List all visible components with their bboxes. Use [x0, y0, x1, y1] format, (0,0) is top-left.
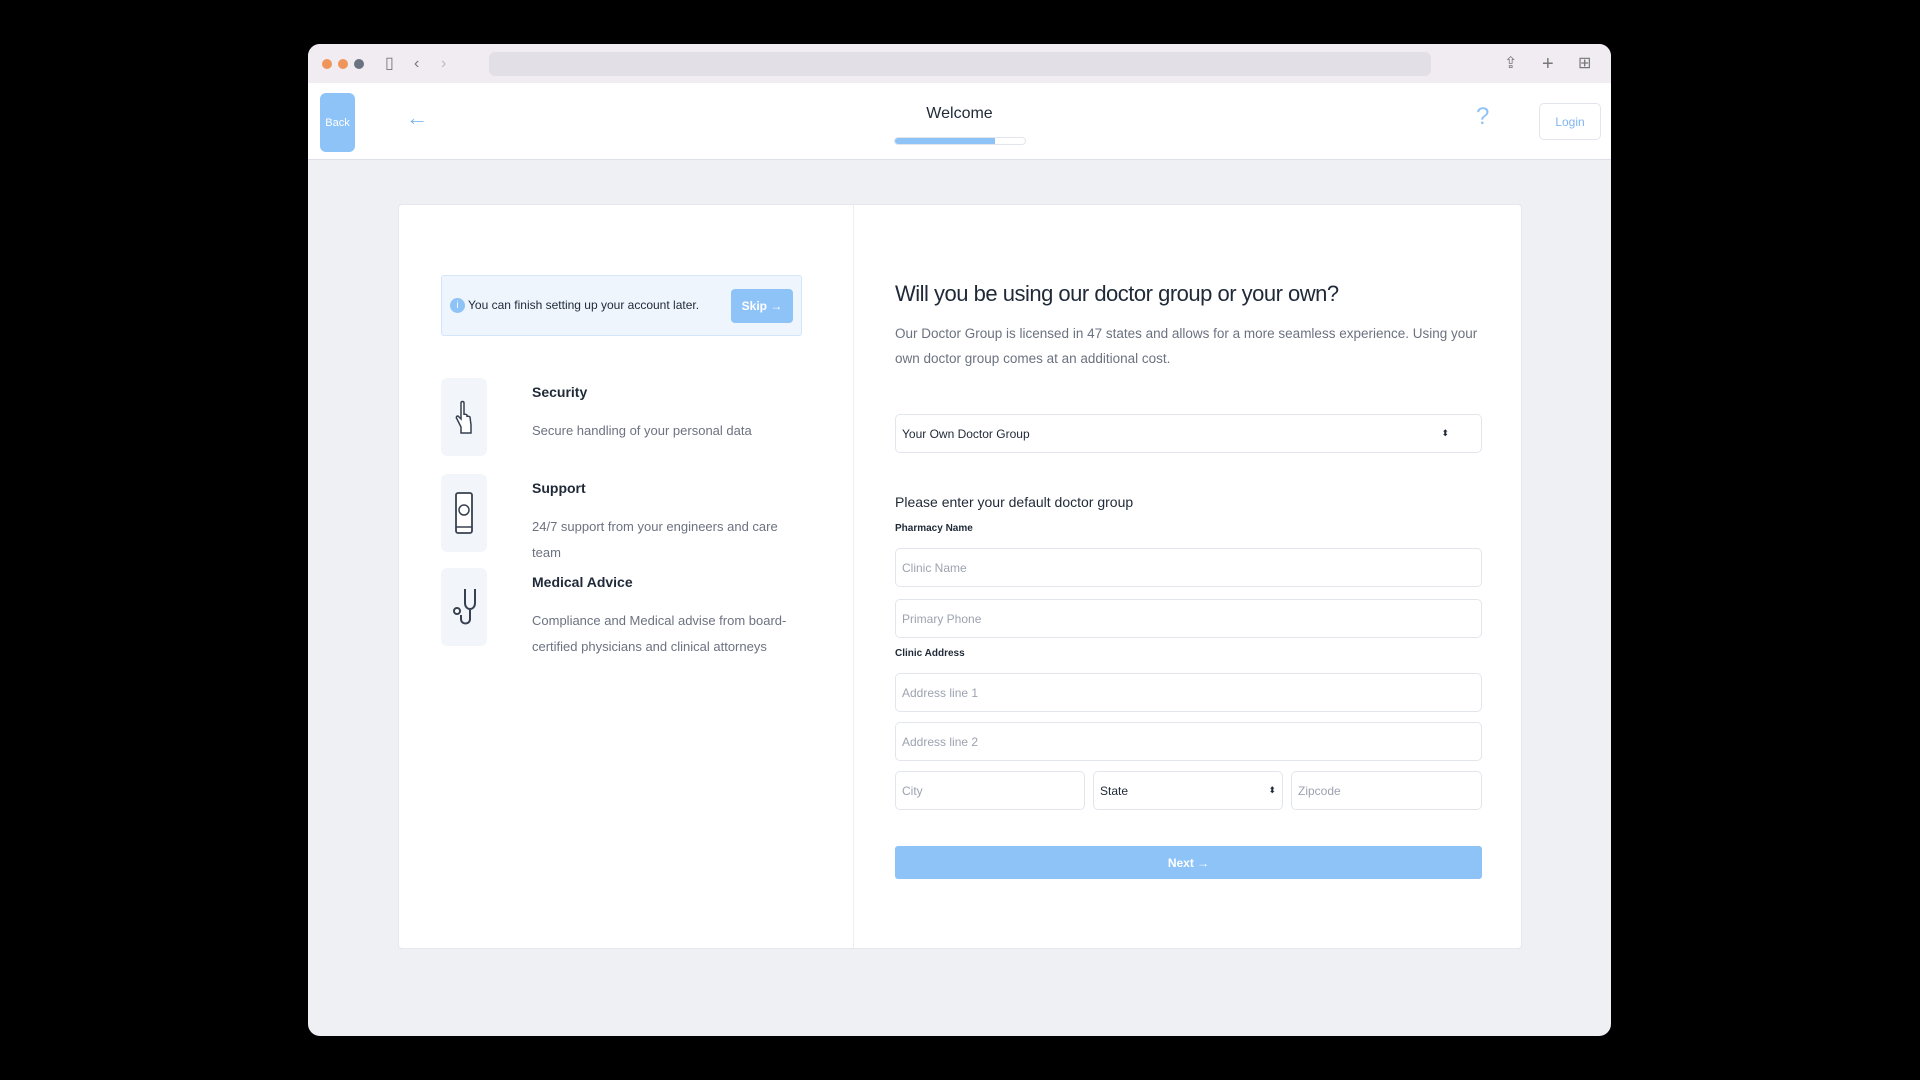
zipcode-input[interactable]: Zipcode	[1291, 771, 1482, 810]
feature-desc: Compliance and Medical advise from board…	[532, 613, 787, 654]
new-tab-icon[interactable]: +	[1542, 52, 1554, 76]
select-arrows-icon: ⬍	[1441, 428, 1449, 438]
form-description: Our Doctor Group is licensed in 47 state…	[895, 326, 1478, 366]
browser-window: ▯ ‹ › ⇪ + ⊞ Back ← Welcome ? Login i You…	[308, 44, 1611, 1036]
stethoscope-icon	[441, 568, 487, 646]
feature-title: Support	[532, 480, 586, 496]
pharmacy-name-label: Pharmacy Name	[895, 523, 973, 534]
tabs-grid-icon[interactable]: ⊞	[1578, 52, 1591, 76]
feature-security: Security Secure handling of your persona…	[441, 378, 761, 456]
address-line-1-input[interactable]: Address line 1	[895, 673, 1482, 712]
primary-phone-input[interactable]: Primary Phone	[895, 599, 1482, 638]
clinic-address-label: Clinic Address	[895, 648, 965, 659]
doctor-group-select[interactable]: Your Own Doctor Group ⬍	[895, 414, 1482, 453]
page-title: Welcome	[926, 105, 993, 122]
state-select[interactable]: State ⬍	[1093, 771, 1283, 810]
column-divider	[853, 205, 854, 948]
help-icon[interactable]: ?	[1476, 103, 1489, 131]
feature-medical-advice: Medical Advice Compliance and Medical ad…	[441, 568, 786, 654]
back-icon[interactable]: ‹	[414, 52, 419, 76]
app-header: Back ← Welcome ? Login	[308, 83, 1611, 160]
select-arrows-icon: ⬍	[1268, 785, 1276, 795]
feature-support: Support 24/7 support from your engineers…	[441, 474, 778, 560]
next-button[interactable]: Next →	[895, 846, 1482, 879]
skip-button[interactable]: Skip →	[731, 289, 793, 323]
hand-touch-icon	[441, 378, 487, 456]
maximize-dot[interactable]	[354, 59, 364, 69]
select-value: State	[1100, 783, 1129, 798]
city-input[interactable]: City	[895, 771, 1085, 810]
select-value: Your Own Doctor Group	[902, 426, 1030, 441]
progress-bar	[894, 137, 1026, 145]
feature-title: Medical Advice	[532, 574, 633, 590]
forward-icon[interactable]: ›	[441, 52, 446, 76]
browser-toolbar: ▯ ‹ › ⇪ + ⊞	[308, 44, 1611, 83]
login-button[interactable]: Login	[1539, 103, 1601, 140]
progress-fill	[895, 138, 996, 144]
minimize-dot[interactable]	[338, 59, 348, 69]
close-dot[interactable]	[322, 59, 332, 69]
banner-text: You can finish setting up your account l…	[468, 298, 700, 312]
address-bar[interactable]	[489, 52, 1431, 76]
form-subtitle: Please enter your default doctor group	[895, 494, 1134, 510]
onboarding-card: i You can finish setting up your account…	[398, 204, 1522, 949]
feature-title: Security	[532, 384, 588, 400]
clinic-name-input[interactable]: Clinic Name	[895, 548, 1482, 587]
info-banner: i You can finish setting up your account…	[441, 275, 802, 336]
feature-desc: 24/7 support from your engineers and car…	[532, 519, 778, 560]
address-line-2-input[interactable]: Address line 2	[895, 722, 1482, 761]
form-title: Will you be using our doctor group or yo…	[895, 281, 1339, 306]
feature-desc: Secure handling of your personal data	[532, 423, 752, 438]
phone-icon	[441, 474, 487, 552]
share-icon[interactable]: ⇪	[1504, 52, 1517, 76]
sidebar-icon[interactable]: ▯	[385, 52, 394, 76]
info-icon: i	[450, 298, 465, 313]
